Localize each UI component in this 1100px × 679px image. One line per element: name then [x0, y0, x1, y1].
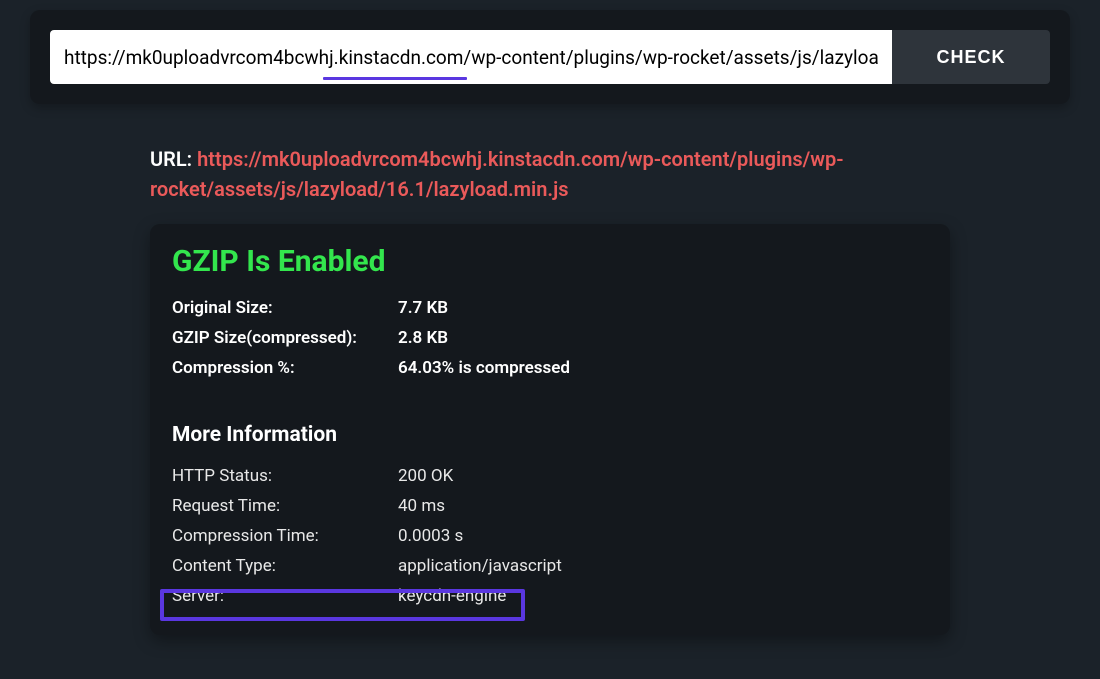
- stat-row: Compression %: 64.03% is compressed: [172, 353, 928, 383]
- stat-row: GZIP Size(compressed): 2.8 KB: [172, 323, 928, 353]
- info-row: Request Time: 40 ms: [172, 491, 928, 521]
- info-label: HTTP Status:: [172, 466, 398, 486]
- url-input[interactable]: [50, 30, 892, 84]
- check-button[interactable]: CHECK: [892, 30, 1050, 84]
- url-link[interactable]: https://mk0uploadvrcom4bcwhj.kinstacdn.c…: [150, 147, 844, 201]
- gzip-heading: GZIP Is Enabled: [172, 244, 928, 279]
- info-row: HTTP Status: 200 OK: [172, 461, 928, 491]
- result-panel: GZIP Is Enabled Original Size: 7.7 KB GZ…: [150, 224, 950, 635]
- stat-row: Original Size: 7.7 KB: [172, 293, 928, 323]
- info-value: keycdn-engine: [398, 586, 506, 606]
- stat-label: Original Size:: [172, 298, 398, 318]
- more-info-heading: More Information: [172, 423, 928, 447]
- info-row-server: Server: keycdn-engine: [172, 581, 928, 611]
- stat-value: 7.7 KB: [398, 298, 448, 318]
- info-value: 0.0003 s: [398, 526, 463, 546]
- stat-value: 2.8 KB: [398, 328, 448, 348]
- url-label: URL:: [150, 147, 192, 171]
- info-label: Server:: [172, 586, 398, 606]
- stat-value: 64.03% is compressed: [398, 358, 570, 378]
- result-content: URL: https://mk0uploadvrcom4bcwhj.kinsta…: [150, 144, 950, 635]
- info-row: Compression Time: 0.0003 s: [172, 521, 928, 551]
- info-row: Content Type: application/javascript: [172, 551, 928, 581]
- info-label: Content Type:: [172, 556, 398, 576]
- info-value: 200 OK: [398, 466, 453, 486]
- info-label: Compression Time:: [172, 526, 398, 546]
- highlight-underline: [323, 77, 467, 80]
- check-bar: CHECK: [30, 10, 1070, 104]
- info-value: 40 ms: [398, 496, 445, 516]
- info-value: application/javascript: [398, 556, 562, 576]
- stat-label: Compression %:: [172, 358, 398, 378]
- result-url-line: URL: https://mk0uploadvrcom4bcwhj.kinsta…: [150, 144, 950, 204]
- stat-label: GZIP Size(compressed):: [172, 328, 398, 348]
- info-label: Request Time:: [172, 496, 398, 516]
